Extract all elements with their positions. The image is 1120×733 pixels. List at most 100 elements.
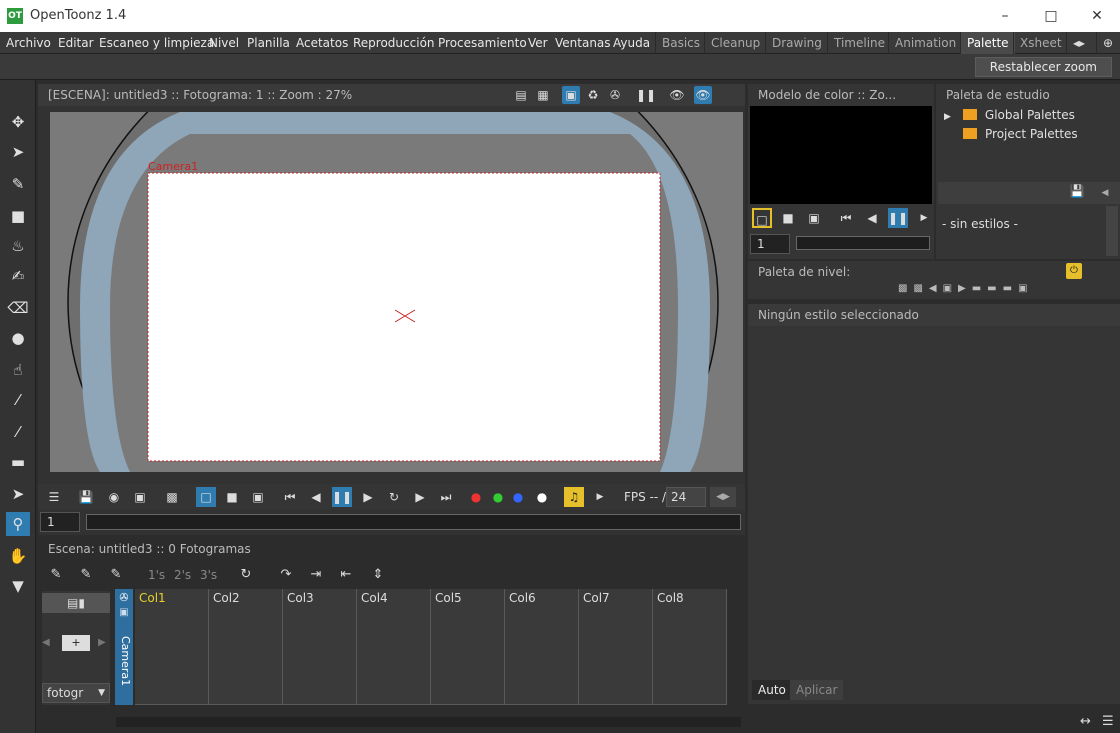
room-animation[interactable]: Animation bbox=[888, 32, 962, 54]
next-frame-icon[interactable]: ▶ bbox=[410, 487, 430, 507]
room-basics[interactable]: Basics bbox=[655, 32, 706, 54]
power-toggle-icon[interactable]: ⏻ bbox=[1066, 263, 1082, 279]
color-model-preview[interactable] bbox=[750, 106, 932, 204]
room-drawing[interactable]: Drawing bbox=[765, 32, 828, 54]
control-point-tool-icon[interactable]: ➤ bbox=[6, 482, 30, 506]
white-bg-toggle-icon[interactable]: □ bbox=[752, 208, 772, 228]
viewer-canvas[interactable]: Camera1 bbox=[50, 112, 743, 472]
compare-icon[interactable]: ▣ bbox=[130, 487, 150, 507]
menu-archivo[interactable]: Archivo bbox=[6, 32, 51, 54]
menu-editar[interactable]: Editar bbox=[58, 32, 94, 54]
first-frame-icon[interactable]: ⏮ bbox=[280, 487, 300, 507]
style-picker-tool-icon[interactable]: ⁄ bbox=[6, 388, 30, 412]
more-tools-icon[interactable]: ▼ bbox=[6, 574, 30, 598]
frame-zoom-dropdown[interactable]: fotogr ▼ bbox=[42, 683, 110, 703]
menu-reproduccion[interactable]: Reproducción bbox=[353, 32, 435, 54]
step-2s[interactable]: 2's bbox=[174, 565, 191, 585]
new-vector-level-icon[interactable]: ✎ bbox=[46, 565, 66, 585]
field-guide-icon[interactable]: ▦ bbox=[534, 86, 552, 104]
column-header-col3[interactable]: Col3 bbox=[283, 589, 357, 705]
menu-escaneo[interactable]: Escaneo y limpieza bbox=[99, 32, 214, 54]
duplicate-icon[interactable]: ↷ bbox=[276, 565, 296, 585]
more-controls-icon[interactable]: ▶ bbox=[914, 208, 934, 228]
menu-planilla[interactable]: Planilla bbox=[247, 32, 290, 54]
fps-field[interactable]: 24 bbox=[666, 487, 706, 507]
paint-brush-tool-icon[interactable]: ✍ bbox=[6, 264, 30, 288]
column-header-col4[interactable]: Col4 bbox=[357, 589, 431, 705]
model-frame-field[interactable]: 1 bbox=[750, 234, 790, 254]
black-bg-icon[interactable]: ■ bbox=[222, 487, 242, 507]
menu-nivel[interactable]: Nivel bbox=[209, 32, 239, 54]
white-bg-icon[interactable]: □ bbox=[196, 487, 216, 507]
add-layer-icon[interactable]: + bbox=[62, 635, 90, 651]
zoom-tool-icon[interactable]: ⚲ bbox=[6, 512, 30, 536]
frame-field[interactable]: 1 bbox=[40, 512, 80, 532]
loop-icon[interactable]: ↻ bbox=[384, 487, 404, 507]
fps-slider-arrows-icon[interactable]: ◀▶ bbox=[710, 487, 736, 507]
tape-tool-icon[interactable]: ● bbox=[6, 326, 30, 350]
right-arrow-icon[interactable]: ▶ bbox=[98, 637, 106, 648]
auto-apply-button[interactable]: Auto bbox=[752, 680, 792, 700]
menu-ventanas[interactable]: Ventanas bbox=[555, 32, 611, 54]
column-header-col1[interactable]: Col1 bbox=[135, 589, 209, 705]
menu-acetatos[interactable]: Acetatos bbox=[296, 32, 348, 54]
animate-tool-icon[interactable]: ✥ bbox=[6, 110, 30, 134]
finger-tool-icon[interactable]: ☝ bbox=[6, 358, 30, 382]
fill-tool-icon[interactable]: ♨ bbox=[6, 234, 30, 258]
left-arrow-icon[interactable]: ◀ bbox=[42, 637, 50, 648]
column-header-col5[interactable]: Col5 bbox=[431, 589, 505, 705]
resize-horizontal-icon[interactable]: ↔ bbox=[1080, 714, 1091, 729]
insert-icon[interactable]: ⇥ bbox=[306, 565, 326, 585]
minimize-button[interactable]: – bbox=[982, 0, 1028, 32]
freeze-icon[interactable]: ❚❚ bbox=[636, 86, 656, 104]
step-1s[interactable]: 1's bbox=[148, 565, 165, 585]
save-icon[interactable]: 💾 bbox=[76, 487, 96, 507]
selection-tool-icon[interactable]: ➤ bbox=[6, 140, 30, 164]
play-icon[interactable]: ▶ bbox=[358, 487, 378, 507]
controls-more-icon[interactable]: ▶ bbox=[590, 487, 610, 507]
pause-icon[interactable]: ❚❚ bbox=[332, 487, 352, 507]
reframe-icon[interactable]: ↻ bbox=[236, 565, 256, 585]
column-header-col7[interactable]: Col7 bbox=[579, 589, 653, 705]
matte-channel-icon[interactable]: ● bbox=[532, 487, 552, 507]
eraser-tool-icon[interactable]: ⌫ bbox=[6, 296, 30, 320]
sub-camera-preview-icon[interactable]: 👁 bbox=[694, 86, 712, 104]
frame-slider[interactable] bbox=[86, 514, 741, 530]
column-header-col6[interactable]: Col6 bbox=[505, 589, 579, 705]
define-subcamera-icon[interactable]: ▩ bbox=[162, 487, 182, 507]
column-header-col8[interactable]: Col8 bbox=[653, 589, 727, 705]
tree-item-project-palettes[interactable]: Project Palettes bbox=[944, 125, 1078, 143]
swing-icon[interactable]: ⇕ bbox=[368, 565, 388, 585]
snapshot-icon[interactable]: ◉ bbox=[104, 487, 124, 507]
camera-stand-icon[interactable]: ▣ bbox=[562, 86, 580, 104]
room-xsheet[interactable]: Xsheet bbox=[1013, 32, 1068, 54]
menu-procesamiento[interactable]: Procesamiento bbox=[438, 32, 527, 54]
red-channel-icon[interactable]: ● bbox=[466, 487, 486, 507]
save-palette-icon[interactable]: 💾 bbox=[1068, 184, 1086, 202]
room-palette[interactable]: Palette bbox=[960, 32, 1015, 54]
rgb-picker-tool-icon[interactable]: ⁄ bbox=[6, 420, 30, 444]
tree-item-global-palettes[interactable]: ▶ Global Palettes bbox=[944, 106, 1075, 124]
black-bg-toggle-icon[interactable]: ■ bbox=[778, 208, 798, 228]
model-frame-slider[interactable] bbox=[796, 236, 930, 250]
options-menu-icon[interactable]: ☰ bbox=[44, 487, 64, 507]
level-palette-toolbar-icons[interactable]: ▩▩◀▣▶▬▬▬▣ bbox=[898, 283, 1120, 297]
close-button[interactable]: ✕ bbox=[1074, 0, 1120, 32]
first-frame-icon[interactable]: ⏮ bbox=[836, 208, 856, 228]
geometric-tool-icon[interactable]: ■ bbox=[6, 204, 30, 228]
preview-icon[interactable]: 👁 bbox=[668, 86, 686, 104]
3d-view-icon[interactable]: ♻ bbox=[584, 86, 602, 104]
brush-tool-icon[interactable]: ✎ bbox=[6, 172, 30, 196]
new-toonz-raster-level-icon[interactable]: ✎ bbox=[76, 565, 96, 585]
checker-bg-toggle-icon[interactable]: ▣ bbox=[804, 208, 824, 228]
prev-frame-icon[interactable]: ◀ bbox=[306, 487, 326, 507]
checkerboard-bg-icon[interactable]: ▣ bbox=[248, 487, 268, 507]
apply-button[interactable]: Aplicar bbox=[790, 680, 844, 700]
column-header-col2[interactable]: Col2 bbox=[209, 589, 283, 705]
safe-area-icon[interactable]: ▤ bbox=[512, 86, 530, 104]
panel-menu-icon[interactable]: ☰ bbox=[1102, 714, 1114, 729]
room-cleanup[interactable]: Cleanup bbox=[704, 32, 766, 54]
xsheet-horizontal-scrollbar[interactable] bbox=[116, 717, 741, 727]
last-frame-icon[interactable]: ⏭ bbox=[436, 487, 456, 507]
menu-ayuda[interactable]: Ayuda bbox=[613, 32, 650, 54]
